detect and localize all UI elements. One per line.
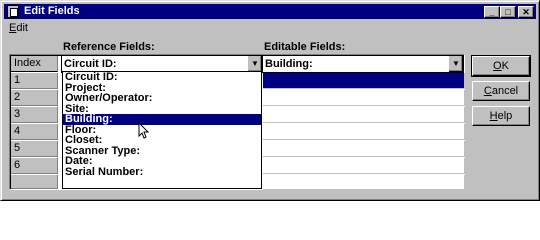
row-header-1[interactable]: 1 [11, 73, 58, 89]
grid-cell[interactable] [263, 158, 465, 174]
reference-fields-label: Reference Fields: [63, 41, 155, 53]
grid-cell[interactable] [263, 90, 465, 106]
menu-edit-rest: dit [16, 22, 28, 34]
grid-cell[interactable] [263, 141, 465, 157]
dropdown-item-closet[interactable]: Closet: [63, 135, 261, 146]
reference-field-value: Circuit ID: [64, 58, 117, 70]
dropdown-item-date[interactable]: Date: [63, 156, 261, 167]
ok-button[interactable]: OK [471, 55, 531, 77]
chevron-down-icon[interactable]: ▼ [448, 56, 463, 72]
dropdown-item-serial-number[interactable]: Serial Number: [63, 166, 261, 178]
app-icon [7, 5, 19, 18]
help-rest: elp [497, 110, 513, 122]
grid-cell-selected[interactable] [263, 73, 465, 89]
menu-edit[interactable]: Edit [9, 21, 28, 35]
dropdown-item-circuit-id[interactable]: Circuit ID: [63, 72, 261, 83]
row-header-3[interactable]: 3 [11, 107, 58, 123]
cancel-accel: C [483, 85, 492, 97]
ok-rest: K [501, 60, 509, 72]
editable-field-value: Building: [265, 58, 313, 70]
dropdown-item-scanner-type[interactable]: Scanner Type: [63, 145, 261, 157]
help-accel: H [489, 110, 498, 122]
grid-cell[interactable] [263, 124, 465, 140]
dropdown-item-owner-operator[interactable]: Owner/Operator: [63, 93, 261, 104]
edit-fields-dialog: Edit Fields _ □ ✕ Edit Reference Fields:… [0, 0, 540, 201]
row-header-6[interactable]: 6 [11, 158, 58, 174]
maximize-button[interactable]: □ [500, 6, 516, 18]
row-header-5[interactable]: 5 [11, 141, 58, 157]
editable-fields-label: Editable Fields: [264, 41, 346, 53]
index-header: Index [11, 56, 58, 72]
chevron-down-icon[interactable]: ▼ [247, 56, 262, 72]
dropdown-item-building[interactable]: Building: [63, 114, 261, 125]
help-button[interactable]: Help [472, 106, 530, 126]
cancel-button[interactable]: Cancel [472, 81, 530, 101]
close-button[interactable]: ✕ [518, 6, 534, 18]
cancel-rest: ancel [491, 85, 519, 97]
reference-field-dropdown-list[interactable]: Circuit ID: Project: Owner/Operator: Sit… [62, 71, 262, 189]
row-header-2[interactable]: 2 [11, 90, 58, 106]
editable-field-combo[interactable]: Building: ▼ [262, 55, 464, 73]
title-bar[interactable]: Edit Fields _ □ ✕ [4, 4, 536, 19]
mouse-cursor-icon [138, 122, 150, 139]
grid-cell[interactable] [263, 107, 465, 123]
minimize-button[interactable]: _ [484, 6, 500, 18]
row-header-empty [11, 175, 58, 189]
row-header-4[interactable]: 4 [11, 124, 58, 140]
grid-cell[interactable] [263, 175, 465, 190]
ok-accel: O [493, 60, 502, 72]
window-title: Edit Fields [24, 5, 80, 17]
